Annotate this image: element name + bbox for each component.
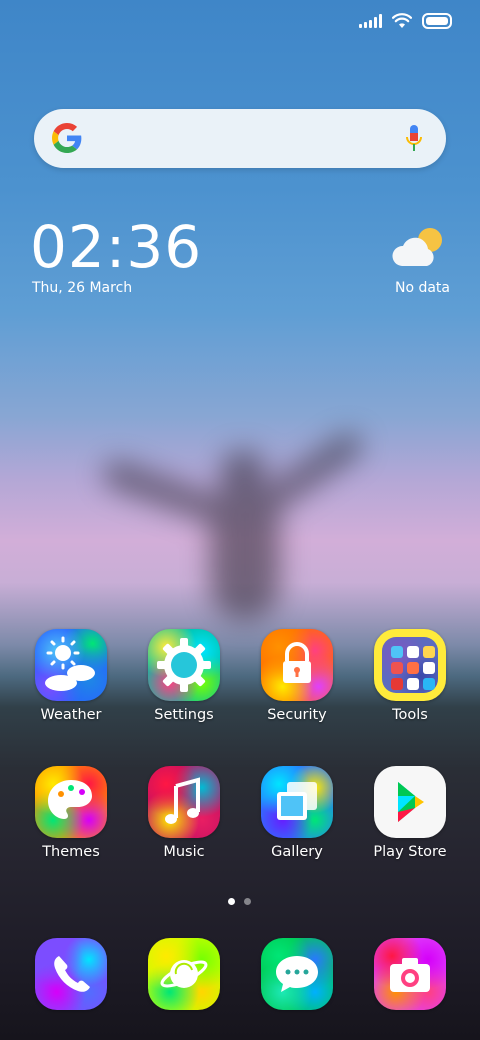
page-dot	[244, 898, 251, 905]
app-label: Security	[267, 707, 327, 723]
dock-camera[interactable]	[370, 938, 450, 1010]
phone-icon	[54, 956, 90, 992]
app-weather[interactable]: Weather	[31, 629, 111, 723]
battery-icon	[422, 13, 452, 29]
music-note-icon	[165, 777, 200, 824]
app-settings[interactable]: Settings	[144, 629, 224, 723]
home-screen: 02:36 Thu, 26 March No data Weather Sett…	[0, 0, 480, 1040]
page-dot-active	[228, 898, 235, 905]
lock-icon	[283, 642, 311, 683]
wallpaper-silhouette	[90, 427, 370, 640]
app-label: Tools	[392, 707, 428, 723]
messages-icon	[276, 956, 318, 992]
microphone-icon[interactable]	[404, 124, 424, 154]
clock-date[interactable]: Thu, 26 March	[32, 280, 132, 296]
weather-icon	[45, 636, 95, 691]
folder-icon	[391, 646, 435, 690]
dock-phone[interactable]	[31, 938, 111, 1010]
wifi-icon	[392, 13, 412, 28]
clock-time[interactable]: 02:36	[30, 218, 202, 276]
browser-icon	[160, 960, 208, 988]
signal-icon	[359, 14, 382, 28]
weather-status: No data	[394, 280, 450, 296]
app-label: Play Store	[373, 844, 447, 860]
app-security[interactable]: Security	[257, 629, 337, 723]
dock-messages[interactable]	[257, 938, 337, 1010]
google-search-bar[interactable]	[34, 109, 446, 168]
gear-icon	[157, 638, 211, 692]
gallery-icon	[277, 782, 317, 820]
play-store-icon	[398, 782, 424, 822]
app-themes[interactable]: Themes	[31, 766, 111, 860]
app-label: Gallery	[271, 844, 323, 860]
camera-icon	[390, 958, 430, 992]
app-play-store[interactable]: Play Store	[370, 766, 450, 860]
app-tools-folder[interactable]: Tools	[370, 629, 450, 723]
app-label: Music	[163, 844, 205, 860]
dock-browser[interactable]	[144, 938, 224, 1010]
page-indicator	[228, 898, 251, 905]
app-music[interactable]: Music	[144, 766, 224, 860]
app-label: Settings	[154, 707, 214, 723]
palette-icon	[48, 780, 92, 819]
partly-cloudy-icon	[392, 228, 442, 266]
app-gallery[interactable]: Gallery	[257, 766, 337, 860]
app-label: Weather	[40, 707, 102, 723]
app-label: Themes	[42, 844, 100, 860]
status-bar	[359, 10, 452, 32]
google-g-icon	[52, 123, 82, 153]
